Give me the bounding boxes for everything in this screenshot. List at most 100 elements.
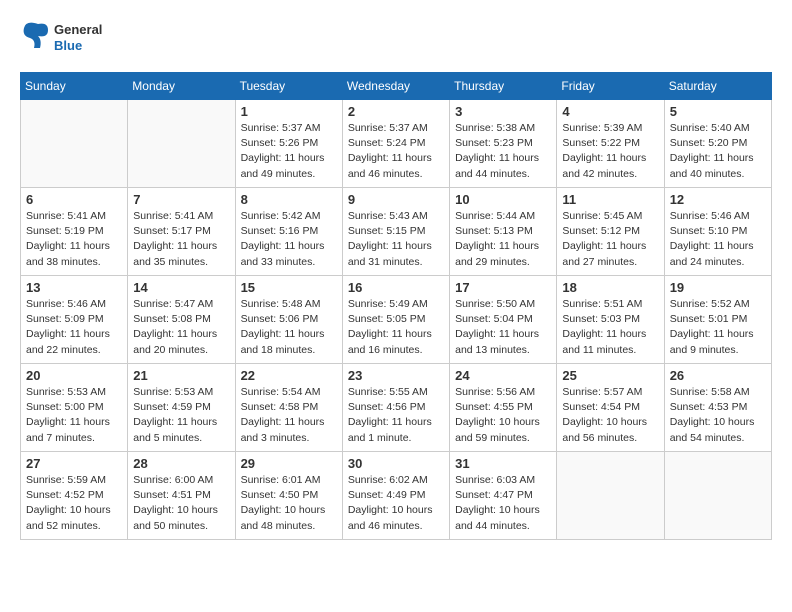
day-number: 17 bbox=[455, 280, 551, 295]
calendar-table: Sunday Monday Tuesday Wednesday Thursday… bbox=[20, 72, 772, 540]
day-info: Sunrise: 5:49 AMSunset: 5:05 PMDaylight:… bbox=[348, 297, 444, 358]
day-info: Sunrise: 5:58 AMSunset: 4:53 PMDaylight:… bbox=[670, 385, 766, 446]
day-info: Sunrise: 5:53 AMSunset: 4:59 PMDaylight:… bbox=[133, 385, 229, 446]
calendar-cell-w3-d3: 16Sunrise: 5:49 AMSunset: 5:05 PMDayligh… bbox=[342, 276, 449, 364]
logo-bird-icon bbox=[20, 20, 50, 56]
day-info: Sunrise: 5:42 AMSunset: 5:16 PMDaylight:… bbox=[241, 209, 337, 270]
day-number: 10 bbox=[455, 192, 551, 207]
day-info: Sunrise: 5:43 AMSunset: 5:15 PMDaylight:… bbox=[348, 209, 444, 270]
calendar-cell-w1-d1 bbox=[128, 100, 235, 188]
day-info: Sunrise: 5:56 AMSunset: 4:55 PMDaylight:… bbox=[455, 385, 551, 446]
day-info: Sunrise: 5:41 AMSunset: 5:17 PMDaylight:… bbox=[133, 209, 229, 270]
calendar-cell-w2-d3: 9 Sunrise: 5:43 AMSunset: 5:15 PMDaylight… bbox=[342, 188, 449, 276]
day-info: Sunrise: 6:02 AMSunset: 4:49 PMDaylight:… bbox=[348, 473, 444, 534]
day-number: 24 bbox=[455, 368, 551, 383]
col-saturday: Saturday bbox=[664, 73, 771, 100]
calendar-cell-w2-d5: 11 Sunrise: 5:45 AMSunset: 5:12 PMDayligh… bbox=[557, 188, 664, 276]
logo: General Blue bbox=[20, 20, 102, 56]
day-info: Sunrise: 5:41 AMSunset: 5:19 PMDaylight:… bbox=[26, 209, 122, 270]
calendar-cell-w5-d3: 30 Sunrise: 6:02 AMSunset: 4:49 PMDayligh… bbox=[342, 452, 449, 540]
calendar-cell-w2-d1: 7Sunrise: 5:41 AMSunset: 5:17 PMDaylight… bbox=[128, 188, 235, 276]
calendar-cell-w5-d0: 27 Sunrise: 5:59 AMSunset: 4:52 PMDayligh… bbox=[21, 452, 128, 540]
day-number: 3 bbox=[455, 104, 551, 119]
calendar-cell-w3-d0: 13Sunrise: 5:46 AMSunset: 5:09 PMDayligh… bbox=[21, 276, 128, 364]
col-sunday: Sunday bbox=[21, 73, 128, 100]
day-info: Sunrise: 5:46 AMSunset: 5:10 PMDaylight:… bbox=[670, 209, 766, 270]
col-tuesday: Tuesday bbox=[235, 73, 342, 100]
calendar-cell-w1-d2: 1 Sunrise: 5:37 AMSunset: 5:26 PMDaylight… bbox=[235, 100, 342, 188]
calendar-cell-w3-d2: 15 Sunrise: 5:48 AMSunset: 5:06 PMDayligh… bbox=[235, 276, 342, 364]
day-number: 6 bbox=[26, 192, 122, 207]
calendar-cell-w2-d6: 12 Sunrise: 5:46 AMSunset: 5:10 PMDayligh… bbox=[664, 188, 771, 276]
calendar-cell-w3-d6: 19 Sunrise: 5:52 AMSunset: 5:01 PMDayligh… bbox=[664, 276, 771, 364]
calendar-cell-w4-d1: 21Sunrise: 5:53 AMSunset: 4:59 PMDayligh… bbox=[128, 364, 235, 452]
logo-general: General bbox=[54, 22, 102, 38]
calendar-cell-w5-d5 bbox=[557, 452, 664, 540]
calendar-cell-w4-d0: 20Sunrise: 5:53 AMSunset: 5:00 PMDayligh… bbox=[21, 364, 128, 452]
calendar-cell-w4-d2: 22 Sunrise: 5:54 AMSunset: 4:58 PMDayligh… bbox=[235, 364, 342, 452]
day-info: Sunrise: 5:37 AMSunset: 5:24 PMDaylight:… bbox=[348, 121, 444, 182]
day-info: Sunrise: 5:46 AMSunset: 5:09 PMDaylight:… bbox=[26, 297, 122, 358]
day-number: 22 bbox=[241, 368, 337, 383]
day-info: Sunrise: 5:38 AMSunset: 5:23 PMDaylight:… bbox=[455, 121, 551, 182]
day-number: 8 bbox=[241, 192, 337, 207]
day-info: Sunrise: 5:48 AMSunset: 5:06 PMDaylight:… bbox=[241, 297, 337, 358]
day-info: Sunrise: 5:57 AMSunset: 4:54 PMDaylight:… bbox=[562, 385, 658, 446]
calendar-cell-w1-d0 bbox=[21, 100, 128, 188]
day-number: 27 bbox=[26, 456, 122, 471]
logo-blue: Blue bbox=[54, 38, 102, 54]
calendar-week-3: 13Sunrise: 5:46 AMSunset: 5:09 PMDayligh… bbox=[21, 276, 772, 364]
col-monday: Monday bbox=[128, 73, 235, 100]
calendar-cell-w4-d4: 24 Sunrise: 5:56 AMSunset: 4:55 PMDayligh… bbox=[450, 364, 557, 452]
calendar-week-1: 1 Sunrise: 5:37 AMSunset: 5:26 PMDaylight… bbox=[21, 100, 772, 188]
day-info: Sunrise: 6:01 AMSunset: 4:50 PMDaylight:… bbox=[241, 473, 337, 534]
day-info: Sunrise: 5:40 AMSunset: 5:20 PMDaylight:… bbox=[670, 121, 766, 182]
col-friday: Friday bbox=[557, 73, 664, 100]
day-info: Sunrise: 5:54 AMSunset: 4:58 PMDaylight:… bbox=[241, 385, 337, 446]
calendar-cell-w3-d4: 17Sunrise: 5:50 AMSunset: 5:04 PMDayligh… bbox=[450, 276, 557, 364]
day-info: Sunrise: 5:45 AMSunset: 5:12 PMDaylight:… bbox=[562, 209, 658, 270]
col-wednesday: Wednesday bbox=[342, 73, 449, 100]
day-info: Sunrise: 5:55 AMSunset: 4:56 PMDaylight:… bbox=[348, 385, 444, 446]
calendar-cell-w5-d1: 28 Sunrise: 6:00 AMSunset: 4:51 PMDayligh… bbox=[128, 452, 235, 540]
calendar-cell-w4-d3: 23Sunrise: 5:55 AMSunset: 4:56 PMDayligh… bbox=[342, 364, 449, 452]
day-info: Sunrise: 6:03 AMSunset: 4:47 PMDaylight:… bbox=[455, 473, 551, 534]
day-number: 4 bbox=[562, 104, 658, 119]
calendar-cell-w5-d6 bbox=[664, 452, 771, 540]
calendar-cell-w3-d5: 18Sunrise: 5:51 AMSunset: 5:03 PMDayligh… bbox=[557, 276, 664, 364]
col-thursday: Thursday bbox=[450, 73, 557, 100]
day-number: 31 bbox=[455, 456, 551, 471]
calendar-cell-w3-d1: 14Sunrise: 5:47 AMSunset: 5:08 PMDayligh… bbox=[128, 276, 235, 364]
day-number: 25 bbox=[562, 368, 658, 383]
day-number: 9 bbox=[348, 192, 444, 207]
day-number: 30 bbox=[348, 456, 444, 471]
calendar-cell-w1-d6: 5Sunrise: 5:40 AMSunset: 5:20 PMDaylight… bbox=[664, 100, 771, 188]
calendar-cell-w5-d4: 31 Sunrise: 6:03 AMSunset: 4:47 PMDayligh… bbox=[450, 452, 557, 540]
calendar-cell-w2-d2: 8 Sunrise: 5:42 AMSunset: 5:16 PMDaylight… bbox=[235, 188, 342, 276]
day-info: Sunrise: 6:00 AMSunset: 4:51 PMDaylight:… bbox=[133, 473, 229, 534]
calendar-cell-w4-d5: 25 Sunrise: 5:57 AMSunset: 4:54 PMDayligh… bbox=[557, 364, 664, 452]
day-info: Sunrise: 5:47 AMSunset: 5:08 PMDaylight:… bbox=[133, 297, 229, 358]
day-info: Sunrise: 5:52 AMSunset: 5:01 PMDaylight:… bbox=[670, 297, 766, 358]
day-number: 15 bbox=[241, 280, 337, 295]
day-info: Sunrise: 5:59 AMSunset: 4:52 PMDaylight:… bbox=[26, 473, 122, 534]
day-number: 26 bbox=[670, 368, 766, 383]
calendar-header-row: Sunday Monday Tuesday Wednesday Thursday… bbox=[21, 73, 772, 100]
day-info: Sunrise: 5:39 AMSunset: 5:22 PMDaylight:… bbox=[562, 121, 658, 182]
calendar-week-2: 6 Sunrise: 5:41 AMSunset: 5:19 PMDaylight… bbox=[21, 188, 772, 276]
day-number: 2 bbox=[348, 104, 444, 119]
calendar-cell-w2-d4: 10Sunrise: 5:44 AMSunset: 5:13 PMDayligh… bbox=[450, 188, 557, 276]
day-number: 12 bbox=[670, 192, 766, 207]
day-number: 28 bbox=[133, 456, 229, 471]
calendar-cell-w5-d2: 29 Sunrise: 6:01 AMSunset: 4:50 PMDayligh… bbox=[235, 452, 342, 540]
calendar-cell-w2-d0: 6 Sunrise: 5:41 AMSunset: 5:19 PMDaylight… bbox=[21, 188, 128, 276]
calendar-cell-w1-d5: 4 Sunrise: 5:39 AMSunset: 5:22 PMDaylight… bbox=[557, 100, 664, 188]
day-number: 19 bbox=[670, 280, 766, 295]
calendar-week-4: 20Sunrise: 5:53 AMSunset: 5:00 PMDayligh… bbox=[21, 364, 772, 452]
day-info: Sunrise: 5:51 AMSunset: 5:03 PMDaylight:… bbox=[562, 297, 658, 358]
page-header: General Blue bbox=[20, 20, 772, 56]
day-number: 11 bbox=[562, 192, 658, 207]
day-number: 29 bbox=[241, 456, 337, 471]
day-number: 1 bbox=[241, 104, 337, 119]
day-info: Sunrise: 5:37 AMSunset: 5:26 PMDaylight:… bbox=[241, 121, 337, 182]
